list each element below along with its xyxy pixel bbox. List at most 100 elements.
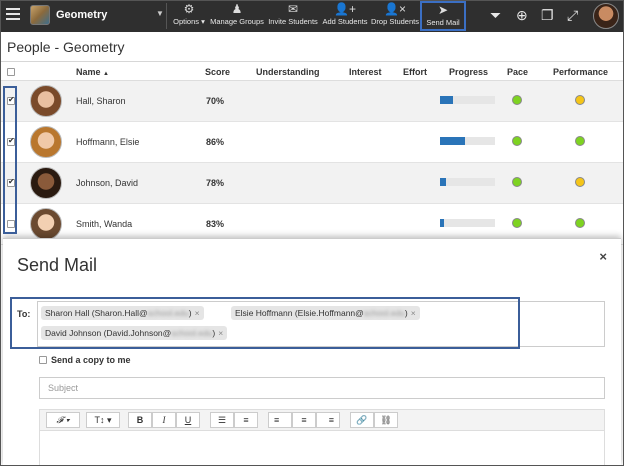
select-all-checkbox[interactable] <box>7 68 15 76</box>
toolbar-divider <box>166 3 167 29</box>
progress-fill <box>440 219 445 227</box>
gears-icon: ⚙ <box>183 2 195 16</box>
invite-students-button[interactable]: ✉ Invite Students <box>266 2 320 30</box>
recipient-chip[interactable]: Sharon Hall (Sharon.Hall@school.edu) × <box>41 306 204 320</box>
remove-recipient-icon[interactable]: × <box>195 308 200 318</box>
progress-fill <box>440 178 446 186</box>
link-icon[interactable]: 🔗 <box>350 412 374 428</box>
editor-toolbar: 𝓕 ▾ T↕ ▾ B I U ☰ ≡ ≡ ≡ ≡ 🔗 ⛓ <box>39 409 605 431</box>
add-user-icon: 👤+ <box>334 2 356 16</box>
message-editor[interactable] <box>39 431 605 466</box>
student-score: 86% <box>206 137 225 147</box>
recipient-chip[interactable]: Elsie Hoffmann (Elsie.Hoffmann@school.ed… <box>231 306 420 320</box>
underline-button[interactable]: U <box>176 412 200 428</box>
numbered-list-icon[interactable]: ≡ <box>234 412 258 428</box>
recipient-chip[interactable]: David Johnson (David.Johnson@school.edu)… <box>41 326 228 340</box>
font-size-dropdown[interactable]: T↕ ▾ <box>86 412 120 428</box>
student-name[interactable]: Johnson, David <box>76 178 138 188</box>
header-name[interactable]: Name ▲ <box>76 67 109 77</box>
progress-bar <box>440 178 495 186</box>
student-score: 78% <box>206 178 225 188</box>
header-understanding[interactable]: Understanding <box>256 67 320 77</box>
performance-indicator <box>575 218 585 228</box>
table-header: Name ▲ Score Understanding Interest Effo… <box>0 63 624 81</box>
manage-groups-button[interactable]: ♟ Manage Groups <box>209 2 265 30</box>
avatar <box>30 167 62 199</box>
progress-bar <box>440 137 495 145</box>
copy-icon[interactable]: ❐ <box>541 7 554 23</box>
options-label: Options ▾ <box>173 17 205 26</box>
font-family-dropdown[interactable]: 𝓕 ▾ <box>46 412 80 428</box>
bullet-list-icon[interactable]: ☰ <box>210 412 234 428</box>
course-dropdown-caret-icon[interactable]: ▼ <box>156 9 164 18</box>
remove-recipient-icon[interactable]: × <box>218 328 223 338</box>
expand-icon[interactable]: ⤢ <box>567 7 578 23</box>
send-mail-modal: Send Mail × To: Sharon Hall (Sharon.Hall… <box>3 238 621 466</box>
options-button[interactable]: ⚙ Options ▾ <box>169 2 209 30</box>
table-row[interactable]: Hall, Sharon 70% <box>0 81 624 122</box>
student-name[interactable]: Hall, Sharon <box>76 96 126 106</box>
sort-ascending-icon: ▲ <box>103 71 109 77</box>
user-avatar[interactable] <box>593 3 619 29</box>
header-interest[interactable]: Interest <box>349 67 382 77</box>
align-center-icon[interactable]: ≡ <box>292 412 316 428</box>
unlink-icon[interactable]: ⛓ <box>374 412 398 428</box>
avatar <box>30 208 62 240</box>
top-bar: Geometry ▼ ⚙ Options ▾ ♟ Manage Groups ✉… <box>0 0 624 32</box>
invite-students-label: Invite Students <box>268 17 318 26</box>
bold-button[interactable]: B <box>128 412 152 428</box>
add-icon[interactable]: ⊕ <box>516 7 528 23</box>
send-copy-label: Send a copy to me <box>51 355 131 365</box>
course-thumbnail <box>30 5 50 25</box>
modal-title: Send Mail <box>17 255 98 275</box>
add-students-button[interactable]: 👤+ Add Students <box>321 2 369 30</box>
manage-groups-label: Manage Groups <box>210 17 264 26</box>
performance-indicator <box>575 177 585 187</box>
progress-bar <box>440 219 495 227</box>
drop-students-button[interactable]: 👤× Drop Students <box>371 2 419 30</box>
send-mail-label: Send Mail <box>426 18 460 27</box>
performance-indicator <box>575 136 585 146</box>
header-pace[interactable]: Pace <box>507 67 528 77</box>
student-score: 70% <box>206 96 225 106</box>
align-left-icon[interactable]: ≡ <box>268 412 292 428</box>
header-performance[interactable]: Performance <box>553 67 608 77</box>
avatar <box>30 85 62 117</box>
student-score: 83% <box>206 219 225 229</box>
student-name[interactable]: Hoffmann, Elsie <box>76 137 139 147</box>
selected-rows-highlight <box>3 86 17 234</box>
redacted-domain: school.edu <box>171 328 213 338</box>
header-progress[interactable]: Progress <box>449 67 488 77</box>
table-row[interactable]: Johnson, David 78% <box>0 163 624 204</box>
send-mail-button[interactable]: ➤ Send Mail <box>420 1 466 31</box>
performance-indicator <box>575 95 585 105</box>
send-copy-checkbox[interactable] <box>39 356 47 364</box>
add-students-label: Add Students <box>322 17 368 26</box>
progress-fill <box>440 137 465 145</box>
hamburger-menu-icon[interactable] <box>6 8 20 22</box>
pace-indicator <box>512 136 522 146</box>
title-divider <box>0 61 624 62</box>
filter-icon[interactable]: ⏷ <box>490 7 501 23</box>
pace-indicator <box>512 218 522 228</box>
course-name[interactable]: Geometry <box>56 9 107 21</box>
progress-bar <box>440 96 495 104</box>
header-score[interactable]: Score <box>205 67 230 77</box>
italic-button[interactable]: I <box>152 412 176 428</box>
envelope-icon: ✉ <box>287 2 299 16</box>
remove-recipient-icon[interactable]: × <box>411 308 416 318</box>
align-right-icon[interactable]: ≡ <box>316 412 340 428</box>
recipients-highlight <box>10 297 520 349</box>
subject-input[interactable]: Subject <box>39 377 605 399</box>
redacted-domain: school.edu <box>363 308 405 318</box>
header-effort[interactable]: Effort <box>403 67 427 77</box>
groups-icon: ♟ <box>231 2 243 16</box>
drop-user-icon: 👤× <box>384 2 406 16</box>
paper-plane-icon: ➤ <box>437 3 449 17</box>
drop-students-label: Drop Students <box>371 17 419 26</box>
student-name[interactable]: Smith, Wanda <box>76 219 132 229</box>
table-row[interactable]: Hoffmann, Elsie 86% <box>0 122 624 163</box>
close-icon[interactable]: × <box>599 249 607 264</box>
redacted-domain: school.edu <box>147 308 189 318</box>
to-label: To: <box>17 309 31 319</box>
